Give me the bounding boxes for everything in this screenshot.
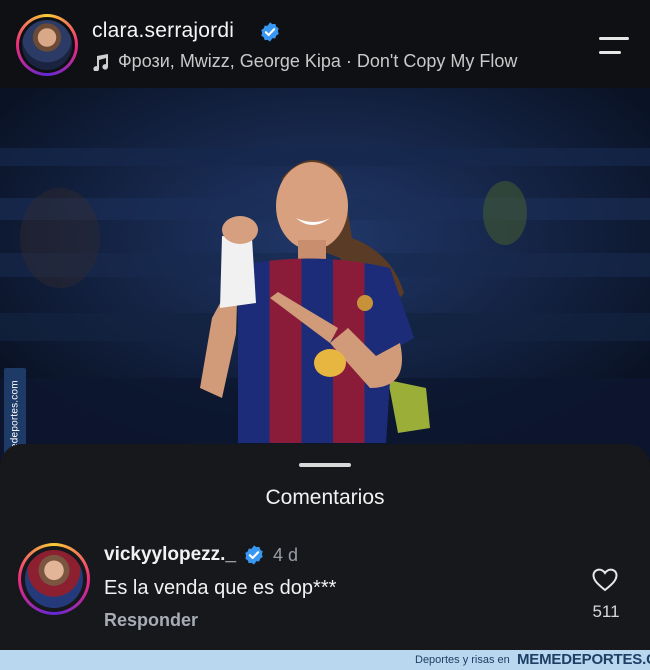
heart-icon[interactable]	[592, 568, 618, 592]
comments-sheet	[0, 444, 650, 670]
avatar-photo	[22, 20, 72, 70]
like-count: 511	[592, 602, 620, 621]
avatar-ring-gap	[19, 17, 75, 73]
verified-badge-icon	[245, 545, 263, 565]
comments-title: Comentarios	[265, 486, 385, 509]
footer-tagline: Deportes y risas en	[415, 654, 510, 666]
sheet-drag-handle[interactable]	[299, 463, 351, 467]
player-photo	[0, 88, 650, 460]
comment-avatar-photo	[25, 550, 83, 608]
menu-lines-icon[interactable]	[597, 36, 631, 56]
comment-avatar-ring-gap	[21, 546, 87, 612]
post-header: clara.serrajordi Фрози, Mwizz, George Ki…	[0, 0, 650, 88]
reply-button[interactable]: Responder	[104, 610, 198, 631]
comment-avatar[interactable]	[18, 543, 90, 615]
reel-video-frame[interactable]: Memedeportes.com	[0, 88, 650, 460]
verified-badge-icon	[261, 22, 279, 42]
footer-brand: MEMEDEPORTES.COM	[517, 651, 650, 668]
post-username[interactable]: clara.serrajordi	[92, 19, 234, 43]
comment-text: Es la venda que es dop***	[104, 577, 337, 599]
music-note-icon	[93, 54, 108, 71]
instagram-reel-screen: clara.serrajordi Фрози, Mwizz, George Ki…	[0, 0, 650, 670]
profile-avatar[interactable]	[16, 14, 78, 76]
comment-username[interactable]: vickyylopezz._	[104, 544, 236, 566]
comment-timestamp: 4 d	[273, 545, 299, 565]
audio-track-label[interactable]: Фрози, Mwizz, George Kipa · Don't Copy M…	[118, 51, 517, 72]
